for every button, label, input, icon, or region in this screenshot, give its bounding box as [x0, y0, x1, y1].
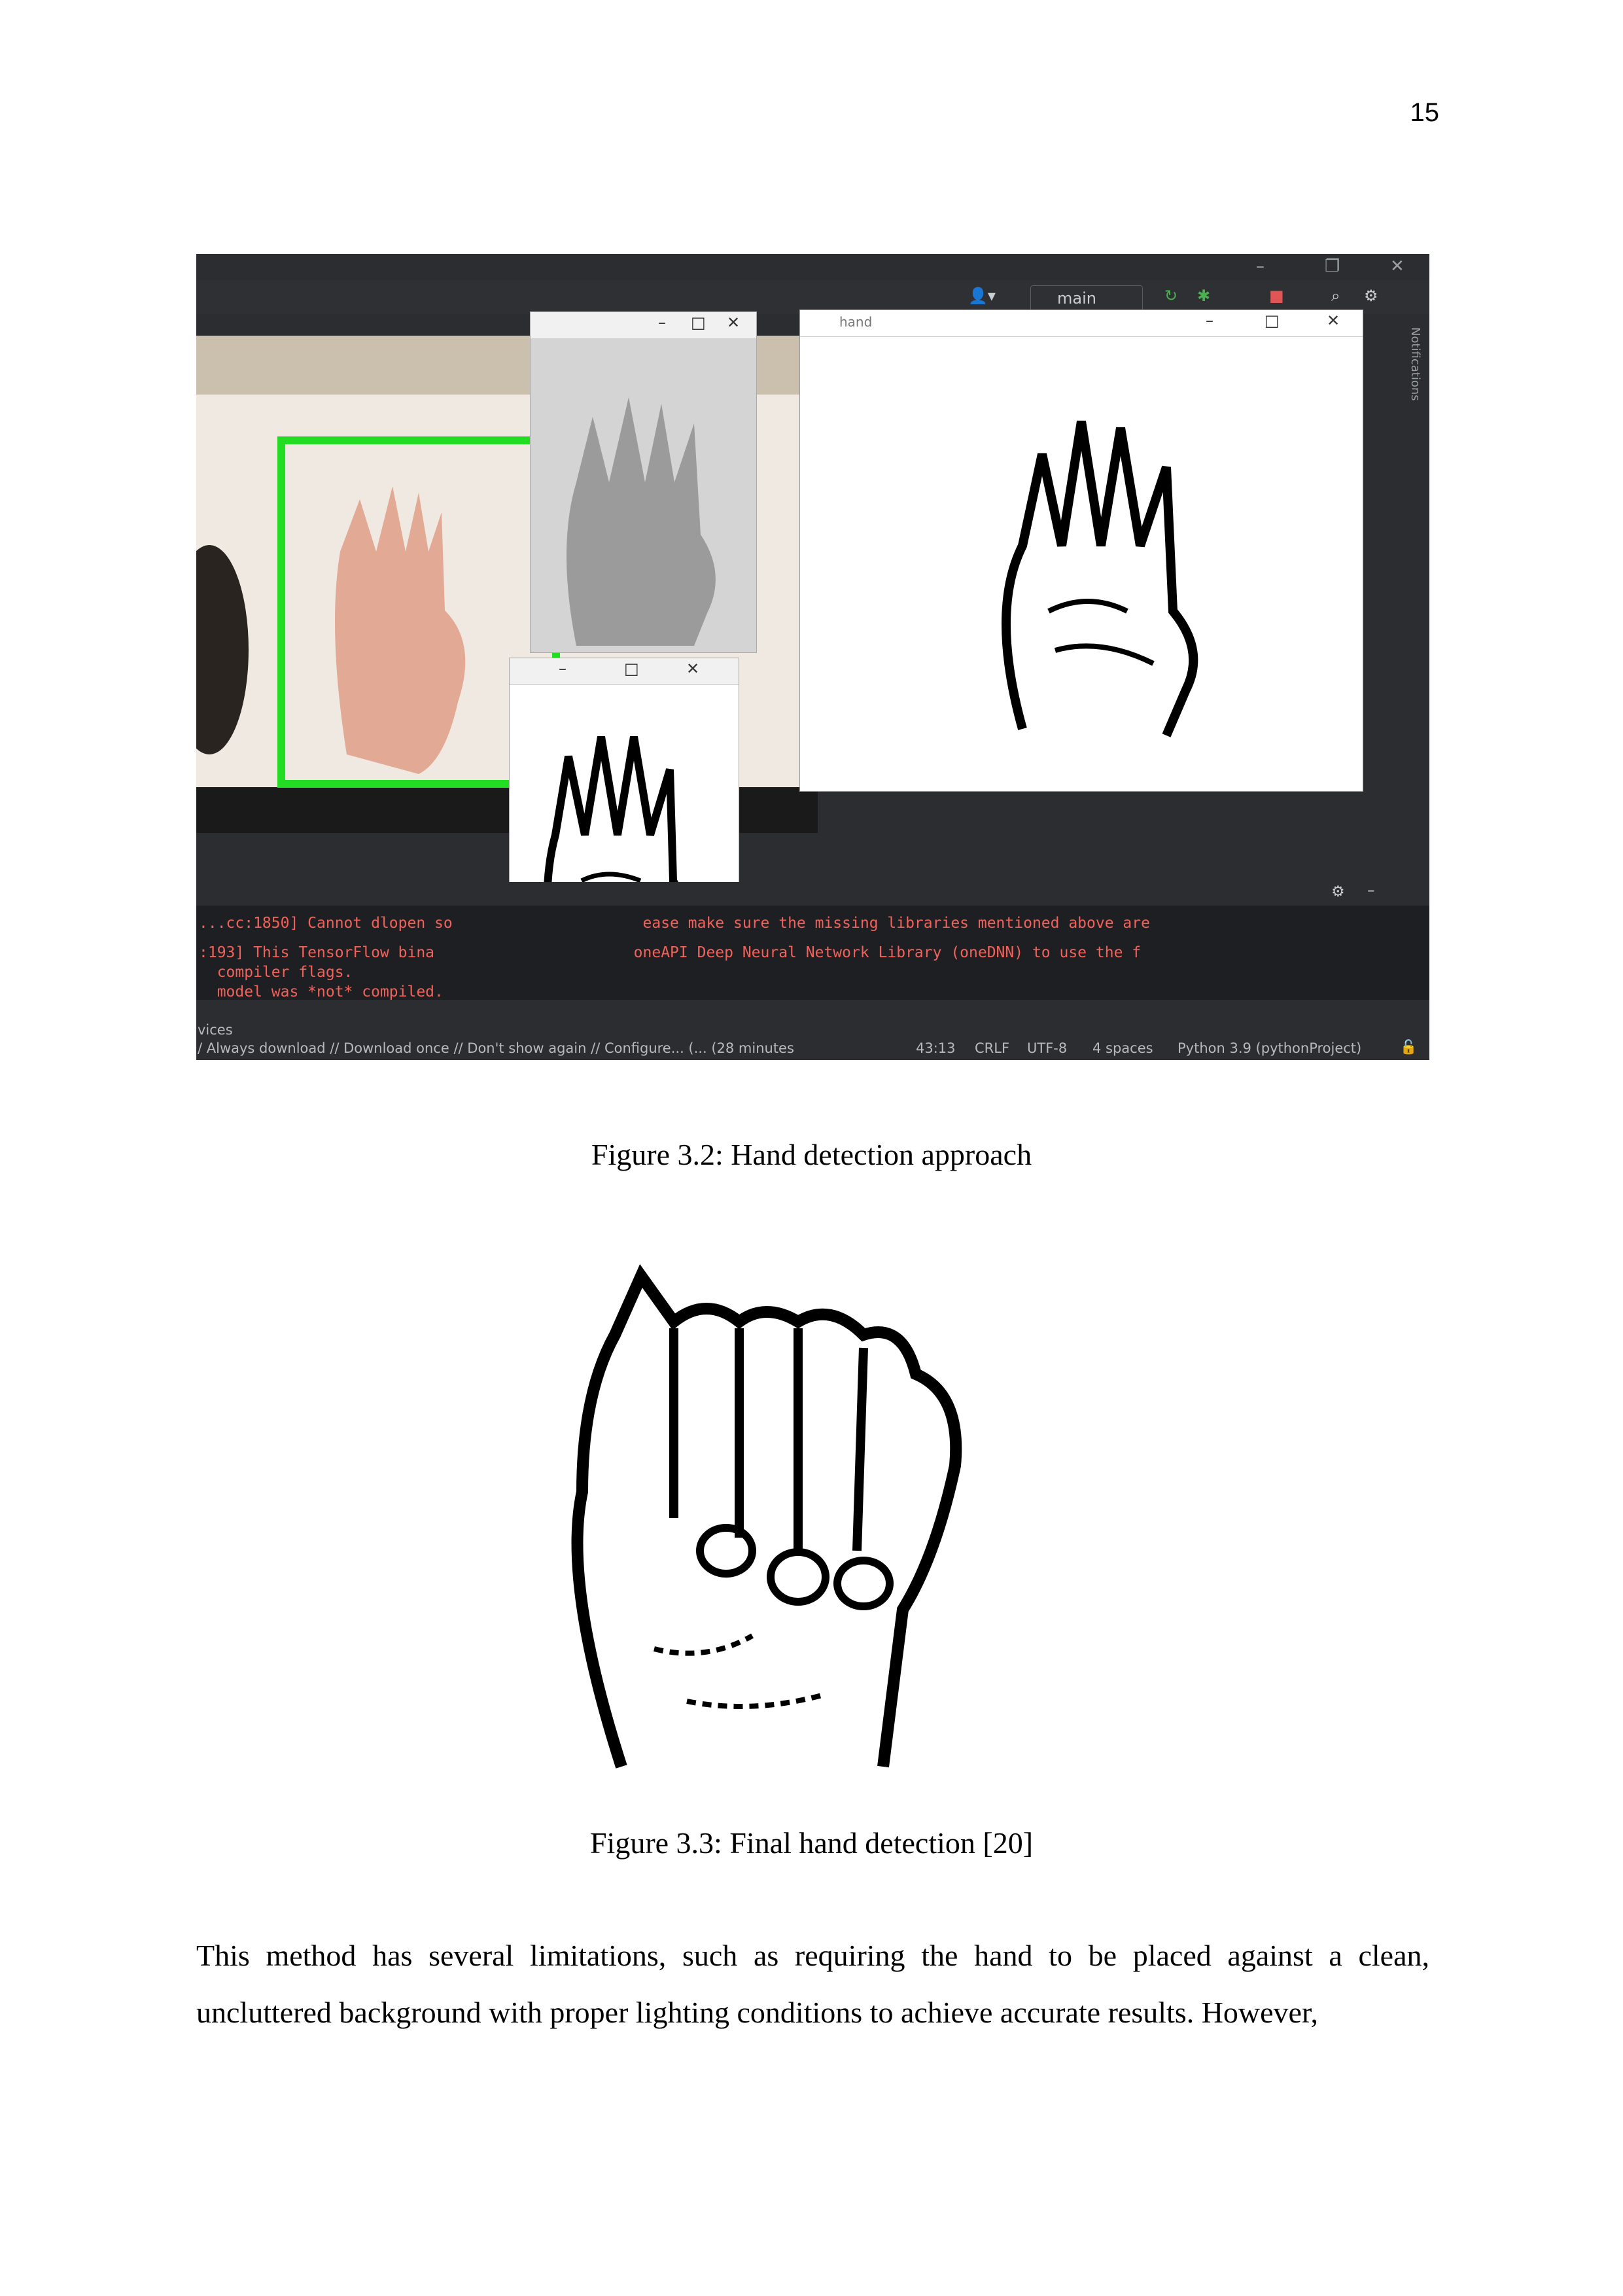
status-services: vices	[198, 1022, 233, 1038]
figure-caption-3-3: Figure 3.3: Final hand detection [20]	[589, 1826, 1034, 1860]
minimize-icon[interactable]: –	[1256, 256, 1265, 276]
status-encoding[interactable]: UTF-8	[1027, 1040, 1067, 1056]
ide-titlebar: – ❐ ✕	[196, 254, 1429, 280]
page-number: 15	[1410, 98, 1440, 127]
binary-hand-image-large	[1002, 420, 1198, 737]
lock-icon[interactable]: 🔓	[1400, 1039, 1417, 1055]
hide-icon[interactable]: –	[1367, 882, 1375, 899]
branch-selector[interactable]: main	[1030, 285, 1143, 311]
grayscale-hand-image	[531, 338, 756, 652]
minimize-icon[interactable]: –	[658, 313, 666, 332]
hand-window-titlebar: hand – □ ✕	[800, 310, 1363, 337]
status-line-ending[interactable]: CRLF	[975, 1040, 1009, 1056]
maximize-icon[interactable]: □	[691, 313, 706, 332]
body-paragraph: This method has several limitations, suc…	[196, 1939, 1429, 2029]
restore-icon[interactable]: ❐	[1325, 256, 1340, 276]
hand-window-title: hand	[839, 314, 873, 330]
maximize-icon[interactable]: □	[1265, 311, 1280, 330]
console-header	[196, 882, 1429, 906]
hand-window: hand – □ ✕	[799, 309, 1363, 792]
close-icon[interactable]: ✕	[1390, 256, 1405, 276]
run-icon[interactable]: ↻	[1164, 287, 1178, 305]
close-icon[interactable]: ✕	[1327, 311, 1340, 330]
run-console: ⚙ – ...cc:1850] Cannot dlopen so ease ma…	[196, 882, 1429, 1000]
ide-statusbar: vices / Always download // Download once…	[196, 1019, 1429, 1060]
grayscale-window: – □ ✕	[530, 311, 757, 653]
stop-icon[interactable]: ■	[1269, 287, 1284, 305]
branch-label: main	[1057, 289, 1096, 308]
user-icon[interactable]: 👤▾	[968, 287, 996, 305]
gear-icon[interactable]: ⚙	[1331, 883, 1345, 900]
close-icon[interactable]: ✕	[727, 313, 740, 332]
grayscale-window-titlebar: – □ ✕	[531, 312, 756, 339]
gear-icon[interactable]: ⚙	[1364, 287, 1378, 305]
status-indent[interactable]: 4 spaces	[1092, 1040, 1153, 1056]
figure-final-hand-detection	[458, 1243, 1191, 1812]
figure-caption-3-2: Figure 3.2: Hand detection approach	[591, 1138, 1032, 1171]
maximize-icon[interactable]: □	[624, 660, 639, 678]
close-icon[interactable]: ✕	[686, 660, 699, 678]
debug-icon[interactable]: ✱	[1197, 287, 1210, 305]
console-line: model was *not* compiled.	[199, 983, 444, 1000]
figure-hand-detection-approach: – ❐ ✕ 👤▾ main ↻ ✱ ■ ⌕ ⚙ Notifications – …	[196, 254, 1429, 1060]
status-message[interactable]: / Always download // Download once // Do…	[198, 1040, 794, 1056]
notifications-tab[interactable]: Notifications	[1408, 327, 1422, 401]
status-position[interactable]: 43:13	[916, 1040, 956, 1056]
search-icon[interactable]: ⌕	[1331, 287, 1340, 305]
console-line: ...cc:1850] Cannot dlopen so ease make s…	[199, 915, 1150, 932]
binary-fist-image	[458, 1243, 1191, 1812]
console-line: :193] This TensorFlow bina oneAPI Deep N…	[199, 944, 1142, 961]
minimize-icon[interactable]: –	[559, 660, 567, 678]
console-line: compiler flags.	[199, 964, 353, 981]
status-interpreter[interactable]: Python 3.9 (pythonProject)	[1178, 1040, 1361, 1056]
binary-window-titlebar: – □ ✕	[510, 658, 739, 685]
minimize-icon[interactable]: –	[1206, 311, 1213, 330]
